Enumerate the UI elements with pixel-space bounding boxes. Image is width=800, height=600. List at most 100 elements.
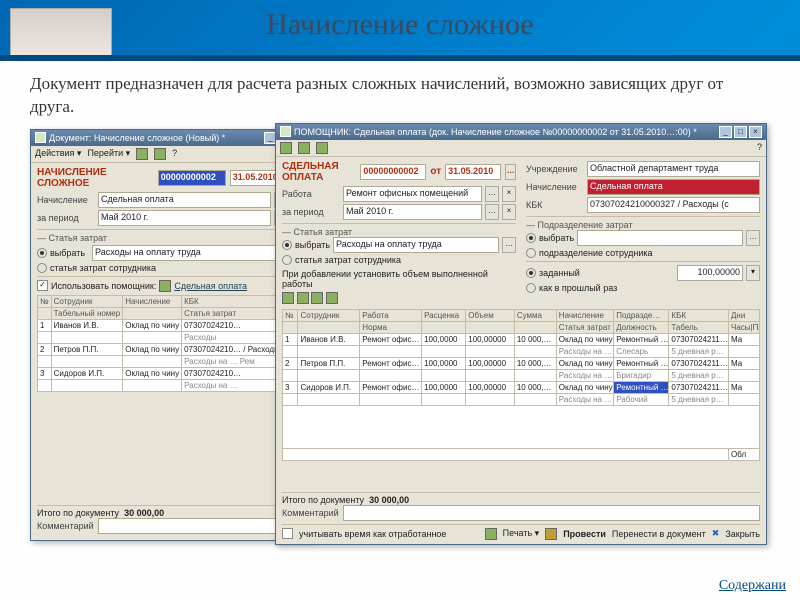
app-icon xyxy=(35,132,46,143)
work-table[interactable]: №СотрудникРаботаРасценкаОбъемСуммаНачисл… xyxy=(282,309,760,461)
label-stat: Статья затрат xyxy=(49,233,108,243)
close-button[interactable]: Закрыть xyxy=(725,529,760,539)
menu-actions[interactable]: Действия ▾ xyxy=(35,148,81,160)
lookup-icon[interactable]: … xyxy=(485,204,499,220)
total-value: 30 000,00 xyxy=(369,495,409,505)
checkbox-time[interactable] xyxy=(282,528,293,539)
field-nachis[interactable]: Сдельная оплата xyxy=(587,179,760,195)
label-helper: Использовать помощник: xyxy=(51,281,156,291)
menu-goto[interactable]: Перейти ▾ xyxy=(87,148,130,160)
radio-select[interactable]: выбратьРасходы на оплату труда… xyxy=(37,245,305,261)
toolbar-icon[interactable] xyxy=(136,148,148,160)
lookup-icon[interactable]: … xyxy=(502,237,516,253)
screenshots: Документ: Начисление сложное (Новый) * _… xyxy=(30,129,770,549)
field-comment[interactable] xyxy=(98,518,305,534)
titlebar-a[interactable]: Документ: Начисление сложное (Новый) * _… xyxy=(31,130,311,146)
field-period[interactable]: Май 2010 г. xyxy=(98,210,271,226)
label-nachis: Начисление xyxy=(37,195,95,205)
minimize-icon[interactable]: _ xyxy=(719,126,732,138)
window-title-b: ПОМОЩНИК: Сдельная оплата (док. Начислен… xyxy=(294,127,697,137)
toolbar-icon[interactable] xyxy=(297,292,309,304)
window-title-a: Документ: Начисление сложное (Новый) * xyxy=(49,133,225,143)
provesti-button[interactable]: Провести xyxy=(563,529,606,539)
toolbar-b: ? xyxy=(276,140,766,157)
help-icon[interactable]: ? xyxy=(757,142,762,154)
radio-select[interactable]: выбратьРасходы на оплату труда… xyxy=(282,237,516,253)
field-period[interactable]: Май 2010 г. xyxy=(343,204,482,220)
helper-button[interactable]: Сдельная оплата xyxy=(174,281,247,291)
titlebar-b[interactable]: ПОМОЩНИК: Сдельная оплата (док. Начислен… xyxy=(276,124,766,140)
doc-number[interactable]: 00000000002 xyxy=(360,164,426,180)
doc-number[interactable]: 00000000002 xyxy=(158,170,226,186)
print-icon xyxy=(485,528,497,540)
total-value: 30 000,00 xyxy=(124,508,164,518)
contents-link[interactable]: Содержани xyxy=(719,578,786,594)
toolbar-icon[interactable] xyxy=(280,142,292,154)
table-row: 1Иванов И.В.Ремонт офис…100,0000100,0000… xyxy=(283,333,760,345)
stepper-icon[interactable]: ▾ xyxy=(746,265,760,281)
label-stat: Статья затрат xyxy=(294,227,353,237)
close-icon[interactable]: × xyxy=(749,126,762,138)
window-helper: ПОМОЩНИК: Сдельная оплата (док. Начислен… xyxy=(275,123,767,545)
field-stat-val[interactable]: Расходы на оплату труда xyxy=(92,245,288,261)
toolbar-icon[interactable] xyxy=(154,148,166,160)
table-row: 2Петров П.П.Ремонт офис…100,0000100,0000… xyxy=(283,357,760,369)
doc-header: НАЧИСЛЕНИЕ СЛОЖНОЕ 00000000002 31.05.201… xyxy=(37,167,305,189)
close-x-icon: ✖ xyxy=(712,528,720,539)
label-nachis: Начисление xyxy=(526,182,584,192)
print-button[interactable]: Печать ▾ xyxy=(503,528,540,539)
field-nachis[interactable]: Сдельная оплата xyxy=(98,192,271,208)
transfer-button[interactable]: Перенести в документ xyxy=(612,529,706,539)
label-period: за период xyxy=(282,207,340,217)
radio-last[interactable]: как в прошлый раз xyxy=(526,283,760,293)
provesti-icon xyxy=(545,528,557,540)
clear-icon[interactable]: × xyxy=(502,186,516,202)
window-document: Документ: Начисление сложное (Новый) * _… xyxy=(30,129,312,541)
radio-employee[interactable]: статья затрат сотрудника xyxy=(37,263,305,273)
label-volume: При добавлении установить объем выполнен… xyxy=(282,269,516,289)
total-label: Итого по документу xyxy=(37,508,119,518)
radio-emp-stat[interactable]: статья затрат сотрудника xyxy=(282,255,516,265)
toolbar-icon[interactable] xyxy=(316,142,328,154)
radio-podr-emp[interactable]: подразделение сотрудника xyxy=(526,248,760,258)
toolbar-icon[interactable] xyxy=(298,142,310,154)
field-work[interactable]: Ремонт офисных помещений xyxy=(343,186,482,202)
table-row: 3Сидоров И.П.Ремонт офис…100,0000100,000… xyxy=(283,381,760,393)
field-stat[interactable]: Расходы на оплату труда xyxy=(333,237,499,253)
maximize-icon[interactable]: □ xyxy=(734,126,747,138)
content-area: Документ предназначен для расчета разных… xyxy=(0,61,800,600)
field-kbk[interactable]: 07307024210000327 / Расходы (с xyxy=(587,197,760,213)
radio-fixed[interactable]: заданный100,00000▾ xyxy=(526,265,760,281)
toolbar-icon[interactable] xyxy=(282,292,294,304)
label-period: за период xyxy=(37,213,95,223)
lookup-icon[interactable]: … xyxy=(746,230,760,246)
label-org: Учреждение xyxy=(526,164,584,174)
field-podr[interactable] xyxy=(577,230,743,246)
toolbar-icon[interactable] xyxy=(326,292,338,304)
slide-title: Начисление сложное xyxy=(0,0,800,63)
label-podr: Подразделение затрат xyxy=(538,220,633,230)
doc-date[interactable]: 31.05.2010 xyxy=(445,164,501,180)
toolbar-icon[interactable] xyxy=(311,292,323,304)
table-row: 1Иванов И.В.Оклад по чину07307024210…Осн xyxy=(38,319,305,331)
field-comment[interactable] xyxy=(343,505,760,521)
field-org[interactable]: Областной департамент труда xyxy=(587,161,760,177)
checkbox-helper[interactable] xyxy=(37,280,48,291)
employees-table[interactable]: №СотрудникНачислениеКБКСта Табельный ном… xyxy=(37,295,305,392)
help-icon[interactable]: ? xyxy=(172,148,177,160)
clear-icon[interactable]: × xyxy=(502,204,516,220)
total-label: Итого по документу xyxy=(282,495,364,505)
label-time: учитывать время как отработанное xyxy=(299,529,446,539)
doc-header-label: НАЧИСЛЕНИЕ СЛОЖНОЕ xyxy=(37,167,154,189)
table-row: 2Петров П.П.Оклад по чину07307024210… / … xyxy=(38,343,305,355)
date-picker-icon[interactable]: … xyxy=(505,164,516,180)
lookup-icon[interactable]: … xyxy=(485,186,499,202)
slide: Начисление сложное Документ предназначен… xyxy=(0,0,800,600)
menubar-a: Действия ▾ Перейти ▾ ? xyxy=(31,146,311,163)
field-fixed[interactable]: 100,00000 xyxy=(677,265,743,281)
helper-header: СДЕЛЬНАЯ ОПЛАТА xyxy=(282,161,356,183)
label-kbk: КБК xyxy=(526,200,584,210)
radio-podr-select[interactable]: выбрать… xyxy=(526,230,760,246)
app-icon xyxy=(280,126,291,137)
description: Документ предназначен для расчета разных… xyxy=(30,73,770,119)
